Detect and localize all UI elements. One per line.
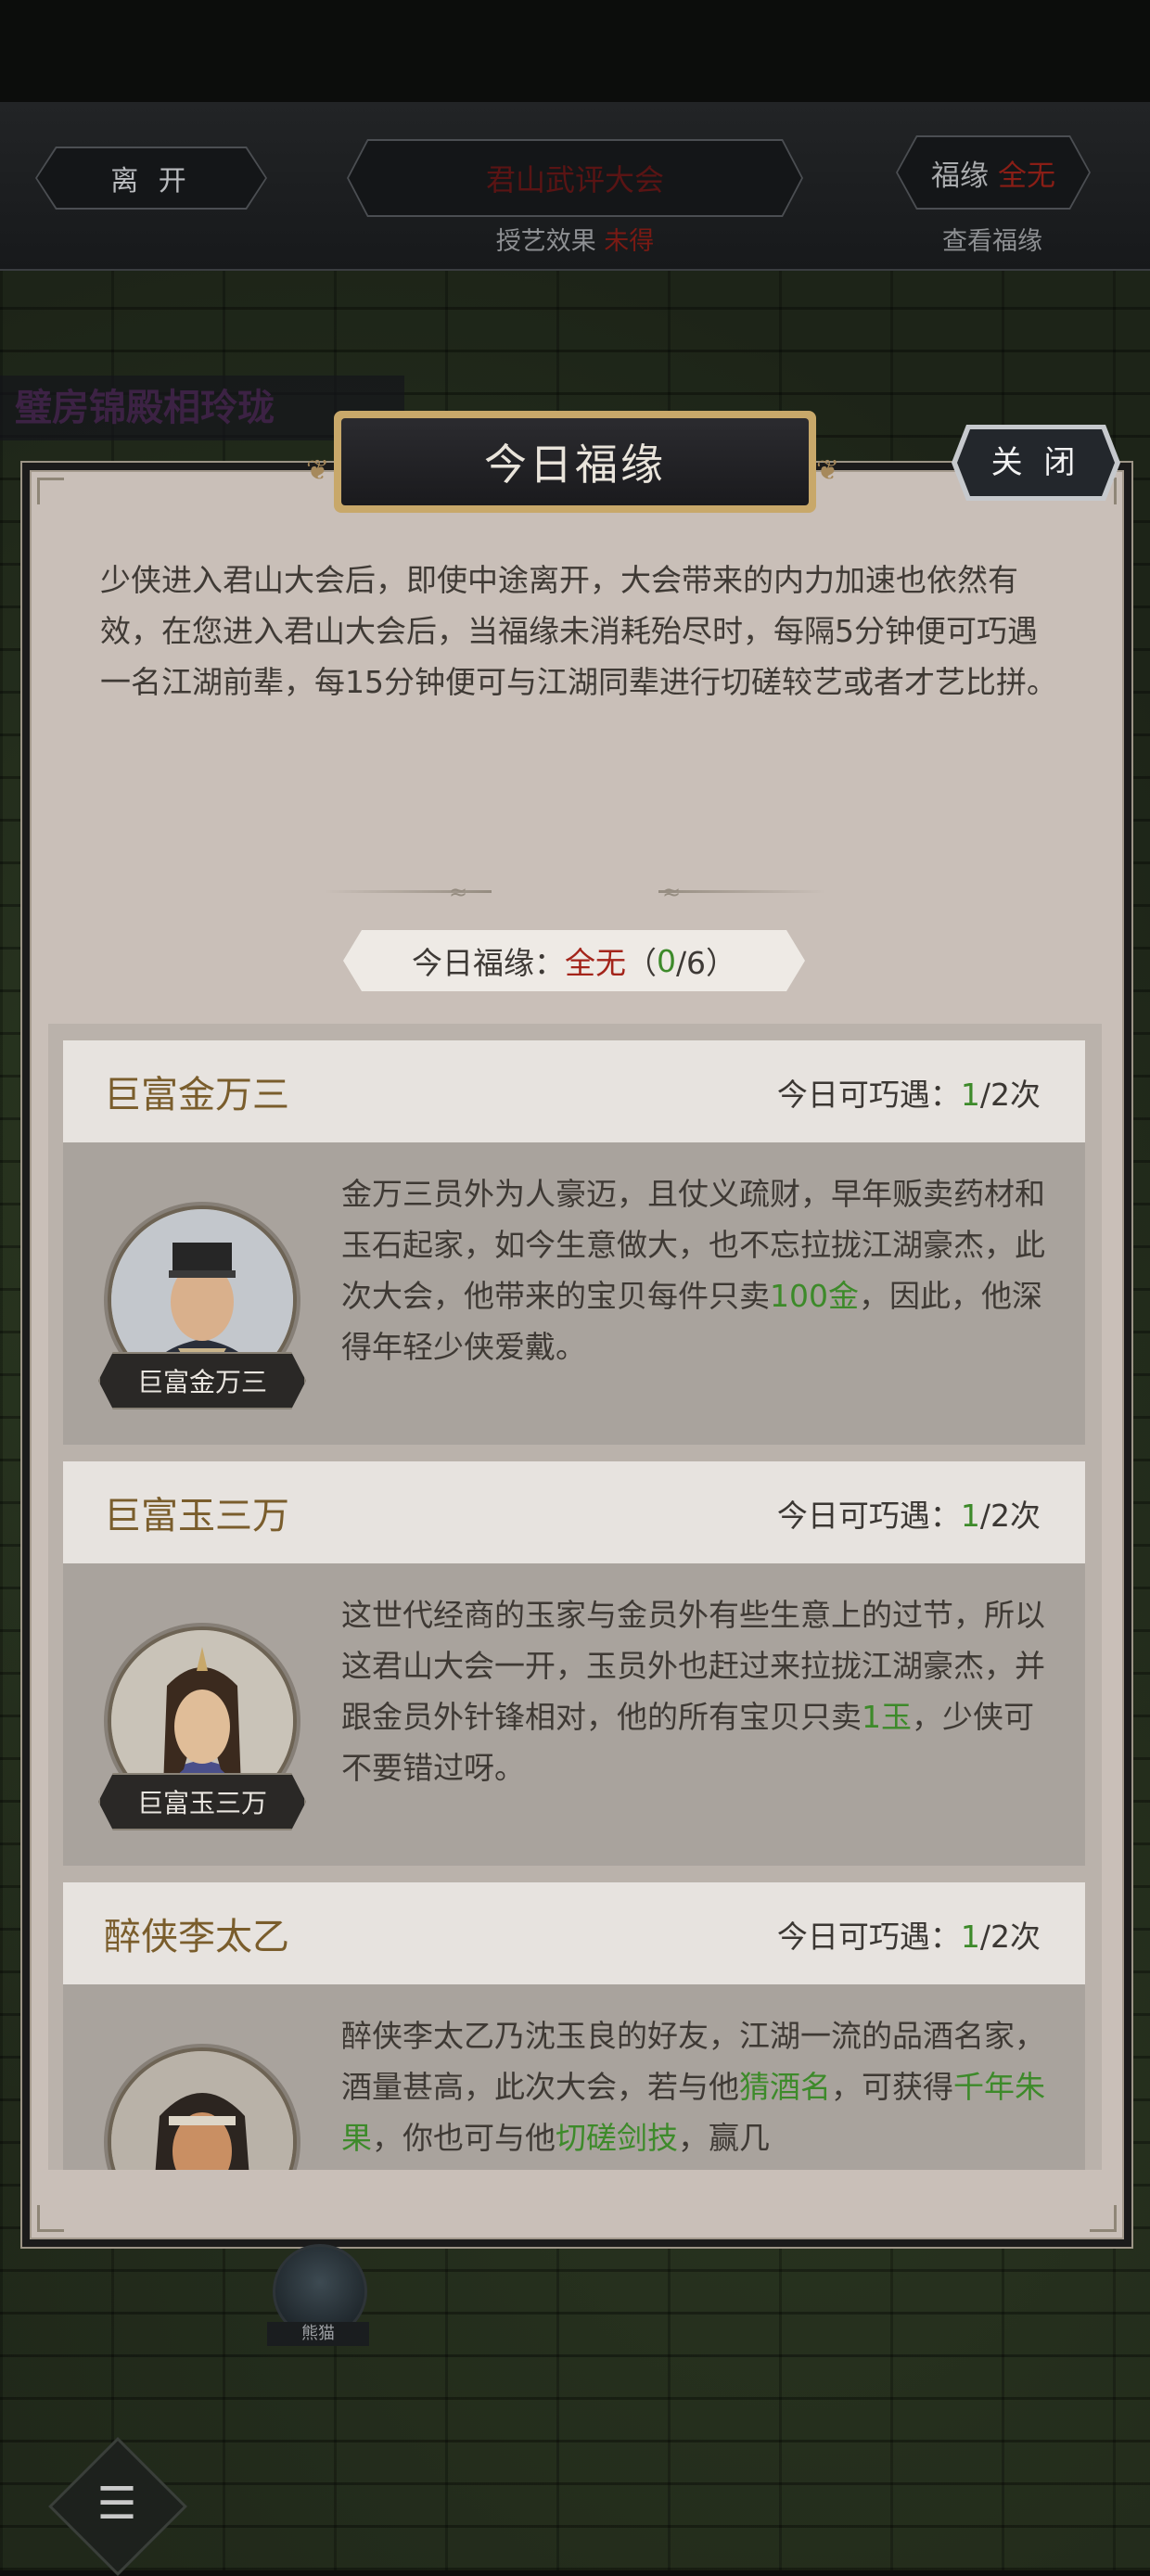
desc-highlight: 切磋剑技 — [556, 2120, 678, 2156]
dialog-title-plate: 今日福缘 — [334, 411, 816, 513]
today-fortune-total: /6） — [675, 945, 737, 981]
player-name-label: 熊猫 — [267, 2322, 369, 2346]
encounter-name: 醉侠李太乙 — [104, 1916, 289, 1958]
event-title-plate: 君山武评大会 — [347, 139, 803, 217]
encounter-count: 今日可巧遇：1/2次 — [777, 1070, 1041, 1115]
encounter-count-label: 今日可巧遇： — [776, 1498, 961, 1534]
skill-effect-label: 授艺效果 — [495, 227, 596, 256]
portrait-nameplate: 巨富金万三 — [98, 1352, 306, 1409]
encounter-name: 巨富玉三万 — [104, 1495, 289, 1537]
encounter-description: 这世代经商的玉家与金员外有些生意上的过节，所以这君山大会一开，玉员外也赶过来拉拢… — [341, 1589, 1046, 1793]
fortune-status-button[interactable]: 福缘 全无 — [896, 135, 1091, 210]
encounter-count-current: 1 — [960, 1919, 980, 1955]
divider-ornament-icon: ≈ — [449, 879, 468, 905]
fortune-status-value: 全无 — [998, 159, 1055, 193]
encounter-count-label: 今日可巧遇： — [776, 1919, 961, 1955]
desc-text: ，可获得 — [831, 2069, 953, 2105]
divider-right — [658, 890, 825, 893]
corner-ornament — [37, 2205, 64, 2232]
encounter-count-current: 1 — [960, 1498, 980, 1534]
skill-effect-value: 未得 — [604, 227, 655, 256]
divider-ornament-icon: ≈ — [662, 879, 682, 905]
encounter-card-body: 醉侠李太乙乃沈玉良的好友，江湖一流的品酒名家，酒量甚高，此次大会，若与他猜酒名，… — [63, 1984, 1085, 2170]
top-bar: 离 开 君山武评大会 授艺效果 未得 福缘 全无 查看福缘 — [0, 102, 1150, 271]
close-button[interactable]: 关 闭 — [950, 423, 1122, 503]
encounter-card-header: 醉侠李太乙 今日可巧遇：1/2次 — [63, 1882, 1085, 1984]
corner-ornament — [37, 478, 64, 504]
encounter-card-body: 巨富金万三 金万三员外为人豪迈，且仗义疏财，早年贩卖药材和玉石起家，如今生意做大… — [63, 1142, 1085, 1445]
encounter-count: 今日可巧遇：1/2次 — [777, 1491, 1041, 1536]
encounter-card-body: 巨富玉三万 这世代经商的玉家与金员外有些生意上的过节，所以这君山大会一开，玉员外… — [63, 1563, 1085, 1866]
encounter-name: 巨富金万三 — [104, 1074, 289, 1116]
skill-effect: 授艺效果 未得 — [464, 221, 686, 257]
desc-text: ，你也可与他 — [372, 2120, 556, 2156]
encounter-description: 金万三员外为人豪迈，且仗义疏财，早年贩卖药材和玉石起家，如今生意做大，也不忘拉拢… — [341, 1168, 1046, 1372]
desc-price-highlight: 1玉 — [862, 1699, 912, 1735]
fortune-status-label: 福缘 — [931, 159, 989, 193]
desc-highlight: 猜酒名 — [739, 2069, 831, 2105]
desc-text: ，赢几 — [678, 2120, 770, 2156]
encounter-list[interactable]: 巨富金万三 今日可巧遇：1/2次 巨富金万三 金万三员外为人豪迈，且仗义疏财，早… — [48, 1024, 1102, 2170]
today-fortune-used: 0 — [656, 942, 676, 979]
corner-ornament — [1090, 2205, 1117, 2232]
chat-icon: ☰ — [96, 2478, 137, 2530]
desc-price-highlight: 100金 — [770, 1278, 859, 1314]
dialog-title: 今日福缘 — [341, 418, 809, 505]
today-fortune-value: 全无 — [564, 945, 626, 981]
leave-label: 离 开 — [110, 165, 192, 198]
drunk-hero-portrait-icon[interactable] — [108, 2047, 297, 2170]
encounter-count-label: 今日可巧遇： — [776, 1077, 961, 1113]
today-fortune-prefix: 今日福缘： — [411, 945, 565, 981]
encounter-count-current: 1 — [960, 1077, 980, 1113]
encounter-card: 巨富玉三万 今日可巧遇：1/2次 巨富玉三万 这世代经商的玉家与金员外有些生意上… — [63, 1461, 1085, 1866]
encounter-card: 醉侠李太乙 今日可巧遇：1/2次 醉侠李太乙乃沈玉良的好友，江湖一流的品酒名家，… — [63, 1882, 1085, 2170]
encounter-count-rest: /2次 — [979, 1077, 1041, 1113]
dialog-intro-text: 少侠进入君山大会后，即使中途离开，大会带来的内力加速也依然有效，在您进入君山大会… — [100, 562, 1057, 700]
today-fortune-paren: （ — [625, 945, 657, 981]
encounter-description: 醉侠李太乙乃沈玉良的好友，江湖一流的品酒名家，酒量甚高，此次大会，若与他猜酒名，… — [341, 2010, 1046, 2163]
encounter-card: 巨富金万三 今日可巧遇：1/2次 巨富金万三 金万三员外为人豪迈，且仗义疏财，早… — [63, 1040, 1085, 1445]
title-ornament-right-icon: ❦ — [816, 454, 840, 487]
encounter-count-rest: /2次 — [979, 1919, 1041, 1955]
encounter-card-header: 巨富玉三万 今日可巧遇：1/2次 — [63, 1461, 1085, 1563]
encounter-count-rest: /2次 — [979, 1498, 1041, 1534]
encounter-card-header: 巨富金万三 今日可巧遇：1/2次 — [63, 1040, 1085, 1142]
today-fortune-plate: 今日福缘： 全无 （ 0 /6） — [343, 930, 805, 991]
view-fortune-link[interactable]: 查看福缘 — [918, 221, 1067, 257]
event-title: 君山武评大会 — [485, 162, 664, 198]
close-label: 关 闭 — [990, 444, 1081, 481]
encounter-count: 今日可巧遇：1/2次 — [777, 1912, 1041, 1957]
leave-button[interactable]: 离 开 — [35, 147, 267, 210]
portrait-nameplate: 巨富玉三万 — [98, 1773, 306, 1830]
